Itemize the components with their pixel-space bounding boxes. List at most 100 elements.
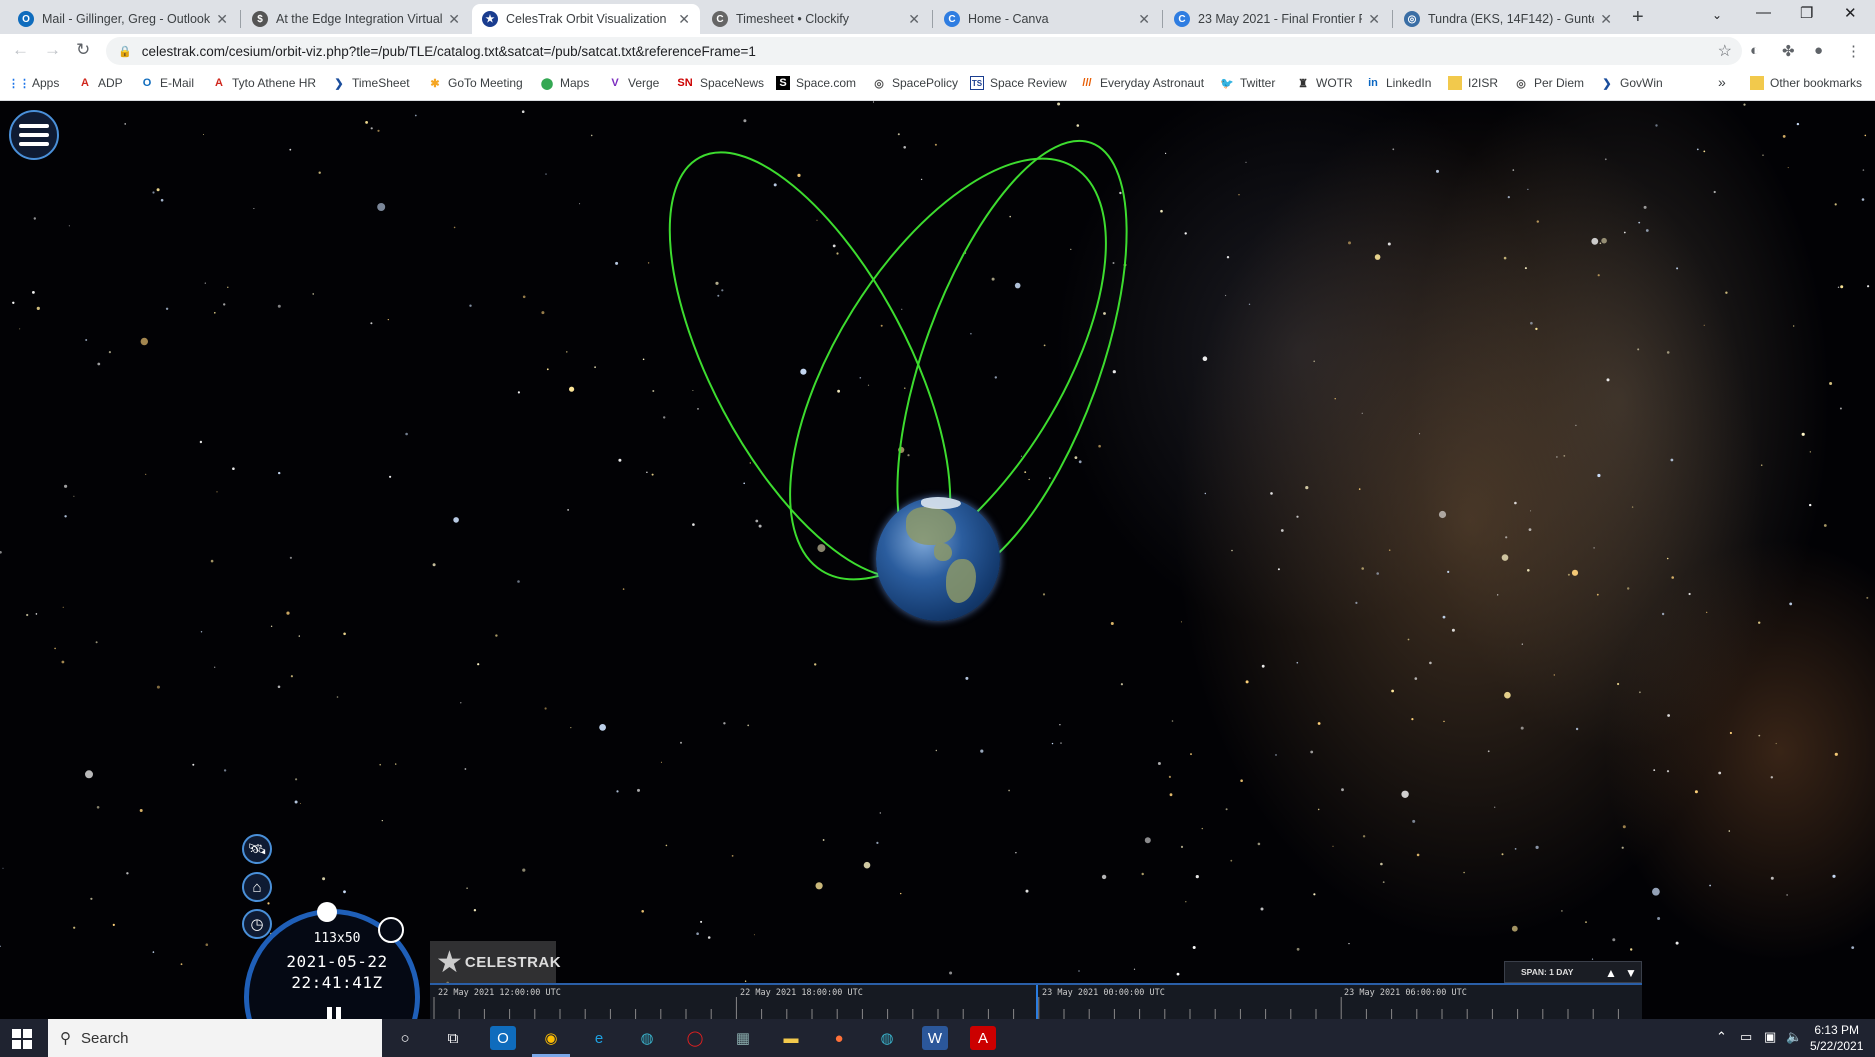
close-icon[interactable]: ✕ — [448, 11, 460, 28]
taskbar-clock[interactable]: 6:13 PM 5/22/2021 — [1810, 1022, 1863, 1054]
close-icon[interactable]: ✕ — [1138, 11, 1150, 28]
satellite-button[interactable]: 🛰 — [242, 834, 272, 864]
taskbar-search[interactable]: ⚲ Search — [48, 1019, 382, 1057]
cortana-icon[interactable]: ○ — [392, 1026, 418, 1050]
bookmark-spacecom[interactable]: S Space.com — [776, 76, 856, 90]
close-icon[interactable]: ✕ — [678, 11, 690, 28]
bookmark-label: GovWin — [1620, 76, 1663, 90]
spacereview-icon: TS — [970, 76, 984, 90]
windows-start-button[interactable] — [12, 1029, 32, 1049]
main-menu-button[interactable] — [9, 110, 59, 160]
close-icon[interactable]: ✕ — [1600, 11, 1612, 28]
close-icon[interactable]: ✕ — [216, 11, 228, 28]
tab-canva-home[interactable]: C Home - Canva ✕ — [934, 4, 1160, 34]
home-view-button[interactable]: ⌂ — [242, 872, 272, 902]
bookmark-star-icon[interactable]: ☆ — [1718, 41, 1732, 61]
bookmark-spacereview[interactable]: TS Space Review — [970, 76, 1067, 90]
kebab-menu-icon[interactable]: ⋮ — [1846, 42, 1861, 60]
tab-tundra[interactable]: ◎ Tundra (EKS, 14F142) - Gunter's ✕ — [1394, 4, 1622, 34]
bookmark-twitter[interactable]: 🐦 Twitter — [1220, 76, 1275, 90]
back-icon[interactable]: ← — [12, 40, 29, 60]
search-placeholder: Search — [81, 1029, 129, 1047]
chrome-taskbar-icon[interactable]: ◉ — [538, 1026, 564, 1050]
bookmark-adp[interactable]: A ADP — [78, 76, 123, 90]
tab-strip: O Mail - Gillinger, Greg - Outlook ✕ $ A… — [0, 0, 1875, 34]
close-window-icon[interactable]: ✕ — [1844, 4, 1857, 22]
verge-icon: V — [611, 77, 619, 89]
lock-icon: 🔒 — [118, 45, 132, 58]
timeline-cursor[interactable] — [1036, 985, 1038, 1019]
ie-taskbar-icon[interactable]: e — [586, 1026, 612, 1050]
earth-globe[interactable] — [876, 497, 1000, 621]
close-icon[interactable]: ✕ — [1368, 11, 1380, 28]
outlook-taskbar-icon[interactable]: O — [490, 1026, 516, 1050]
puzzle-icon[interactable]: ✤ — [1782, 42, 1795, 60]
word-taskbar-icon[interactable]: W — [922, 1026, 948, 1050]
restore-icon[interactable]: ❐ — [1800, 4, 1813, 22]
app2-taskbar-icon[interactable]: ◍ — [874, 1026, 900, 1050]
reload-icon[interactable]: ↻ — [76, 40, 90, 60]
celestrak-logo[interactable]: ★ CELESTRAK — [430, 941, 561, 983]
bookmark-astronaut[interactable]: /// Everyday Astronaut — [1080, 76, 1204, 90]
close-icon[interactable]: ✕ — [908, 11, 920, 28]
tab-clockify[interactable]: C Timesheet • Clockify ✕ — [702, 4, 930, 34]
tray-chevron-icon[interactable]: ⌃ — [1716, 1029, 1727, 1045]
acrobat-taskbar-icon[interactable]: A — [970, 1026, 996, 1050]
bookmark-spacenews[interactable]: SN SpaceNews — [676, 76, 764, 90]
tab-celestrak[interactable]: ★ CelesTrak Orbit Visualization ✕ — [472, 4, 700, 34]
bookmark-wotr[interactable]: ♜ WOTR — [1296, 76, 1353, 90]
bookmark-tyto[interactable]: A Tyto Athene HR — [212, 76, 316, 90]
network-icon[interactable]: ▣ — [1764, 1029, 1776, 1045]
span-up-arrow-icon[interactable]: ▲ — [1605, 966, 1617, 980]
pause-button[interactable] — [327, 1007, 341, 1019]
timeline-label: 23 May 2021 00:00:00 UTC — [1042, 988, 1165, 998]
search-icon: ⚲ — [60, 1030, 71, 1047]
app-taskbar-icon[interactable]: ◍ — [634, 1026, 660, 1050]
minimize-icon[interactable]: — — [1756, 4, 1771, 21]
tab-edge-integration[interactable]: $ At the Edge Integration Virtual T ✕ — [242, 4, 470, 34]
forward-icon[interactable]: → — [44, 40, 61, 60]
cesium-viewport[interactable]: 🛰 ⌂ ◷ 113x50 2021-05-22 22:41:41Z ★ CELE… — [0, 101, 1875, 1019]
more-bookmarks-button[interactable]: » — [1718, 74, 1726, 90]
tab-separator — [240, 10, 241, 28]
govwin-icon: ❯ — [1602, 77, 1612, 90]
span-down-arrow-icon[interactable]: ▼ — [1625, 966, 1637, 980]
bookmark-verge[interactable]: V Verge — [608, 76, 659, 90]
bookmark-perdiem[interactable]: ◎ Per Diem — [1514, 76, 1584, 90]
profile-icon[interactable]: ● — [1814, 42, 1823, 59]
outlook-icon: O — [142, 77, 152, 89]
arctic-ice — [921, 497, 961, 509]
canva-icon: C — [944, 11, 960, 27]
bookmark-label: TimeSheet — [352, 76, 410, 90]
bookmark-other[interactable]: Other bookmarks — [1750, 76, 1862, 90]
bookmark-label: SpaceNews — [700, 76, 765, 90]
calculator-taskbar-icon[interactable]: ▦ — [730, 1026, 756, 1050]
bookmark-spacepolicy[interactable]: ◎ SpacePolicy — [872, 76, 958, 90]
bookmark-maps[interactable]: ⬤ Maps — [540, 76, 590, 90]
bookmark-linkedin[interactable]: in LinkedIn — [1366, 76, 1431, 90]
bookmark-apps[interactable]: ⋮⋮ Apps — [8, 76, 59, 90]
firefox-taskbar-icon[interactable]: ● — [826, 1026, 852, 1050]
volume-icon[interactable]: 🔈 — [1786, 1029, 1802, 1045]
extension-icon[interactable]: ◐ — [1750, 42, 1759, 59]
tab-canva-frontier[interactable]: C 23 May 2021 - Final Frontier Fla ✕ — [1164, 4, 1390, 34]
shuttle-ring-knob[interactable] — [317, 902, 337, 922]
bookmark-label: Maps — [560, 76, 590, 90]
battery-icon[interactable]: ▭ — [1740, 1029, 1752, 1045]
bookmark-i2isr[interactable]: I2ISR — [1448, 76, 1498, 90]
address-bar[interactable]: 🔒 celestrak.com/cesium/orbit-viz.php?tle… — [106, 37, 1742, 65]
bookmark-goto[interactable]: ✱ GoTo Meeting — [428, 76, 522, 90]
timesheet-icon: ❯ — [334, 77, 344, 90]
file-explorer-taskbar-icon[interactable]: ▬ — [778, 1026, 804, 1050]
tab-search-icon[interactable]: ⌄ — [1712, 8, 1722, 22]
bookmark-govwin[interactable]: ❯ GovWin — [1600, 76, 1663, 90]
new-tab-button[interactable]: + — [1632, 6, 1644, 29]
opera-taskbar-icon[interactable]: ◯ — [682, 1026, 708, 1050]
task-view-icon[interactable]: ⧉ — [440, 1026, 466, 1050]
gotomeeting-icon: ✱ — [430, 77, 440, 90]
bookmark-timesheet[interactable]: ❯ TimeSheet — [332, 76, 410, 90]
bookmark-email[interactable]: O E-Mail — [140, 76, 194, 90]
timeline[interactable]: 22 May 2021 12:00:00 UTC 22 May 2021 18:… — [430, 983, 1642, 1019]
tab-outlook[interactable]: O Mail - Gillinger, Greg - Outlook ✕ — [8, 4, 238, 34]
tab-separator — [932, 10, 933, 28]
